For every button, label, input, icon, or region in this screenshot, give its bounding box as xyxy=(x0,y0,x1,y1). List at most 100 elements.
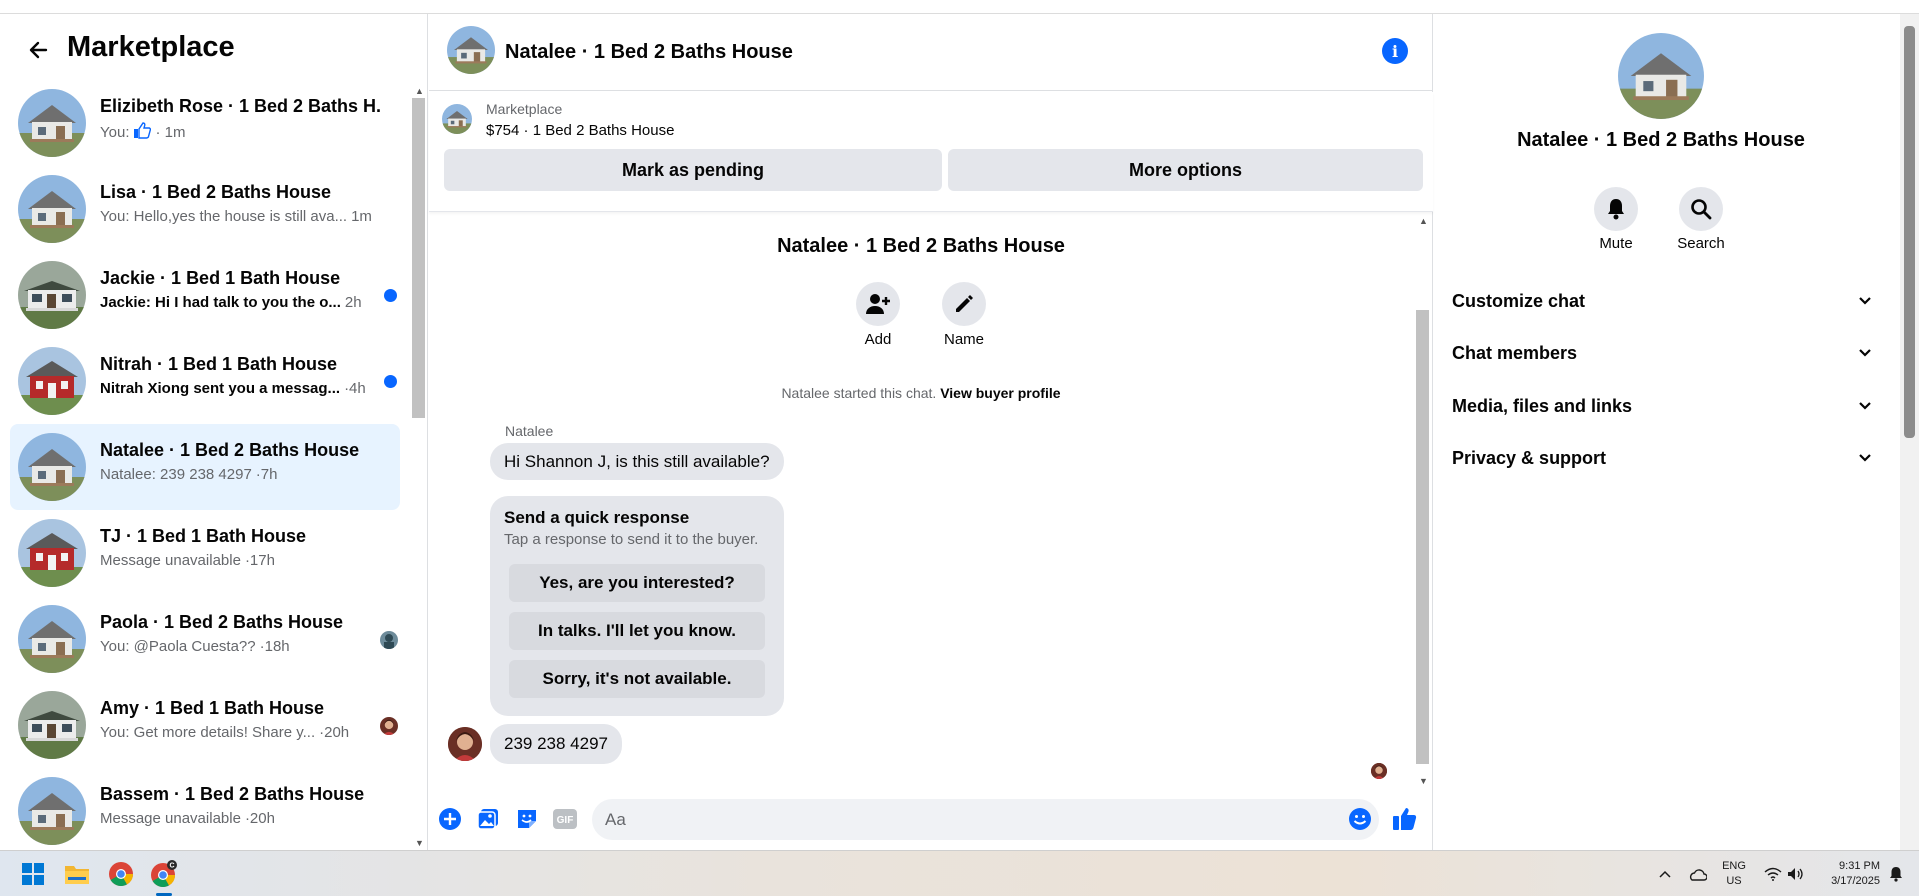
conversation-item[interactable]: Paola · 1 Bed 2 Baths House You: @Paola … xyxy=(10,596,400,682)
view-buyer-profile-link[interactable]: View buyer profile xyxy=(940,385,1060,401)
add-person-icon[interactable] xyxy=(856,282,900,326)
quick-response-button[interactable]: Sorry, it's not available. xyxy=(509,660,765,698)
conversation-item[interactable]: Bassem · 1 Bed 2 Baths House Message una… xyxy=(10,768,400,850)
chat-scrollbar[interactable]: ▲ ▼ xyxy=(1413,212,1431,790)
conversation-list: Elizibeth Rose · 1 Bed 2 Baths H... You:… xyxy=(0,80,410,850)
quick-response-button[interactable]: Yes, are you interested? xyxy=(509,564,765,602)
listing-thumbnail xyxy=(18,175,86,243)
conversation-time: ·7h xyxy=(255,466,278,483)
conversation-item[interactable]: Lisa · 1 Bed 2 Baths House You: Hello,ye… xyxy=(10,166,400,252)
conversation-preview: Nitrah Xiong sent you a messag... xyxy=(100,380,341,397)
quick-response-card: Send a quick response Tap a response to … xyxy=(490,496,784,716)
gif-icon[interactable]: GIF xyxy=(552,806,578,832)
conversation-preview: You: Get more details! Share y... xyxy=(100,724,316,741)
svg-text:GIF: GIF xyxy=(557,815,574,826)
scrollbar-thumb[interactable] xyxy=(412,98,425,418)
scrollbar-thumb[interactable] xyxy=(1416,310,1429,764)
conversation-item[interactable]: Jackie · 1 Bed 1 Bath House Jackie: Hi I… xyxy=(10,252,400,338)
message-thread: Natalee · 1 Bed 2 Baths House Add Name N… xyxy=(429,212,1413,790)
scroll-up-arrow-icon[interactable]: ▲ xyxy=(1419,216,1428,226)
seen-receipt-avatar xyxy=(1371,763,1387,779)
conversation-item[interactable]: Nitrah · 1 Bed 1 Bath House Nitrah Xiong… xyxy=(10,338,400,424)
sticker-icon[interactable] xyxy=(514,806,540,832)
sender-avatar[interactable] xyxy=(448,727,482,761)
plus-icon[interactable] xyxy=(437,806,463,832)
listing-thumbnail xyxy=(18,777,86,845)
conversation-item[interactable]: TJ · 1 Bed 1 Bath House Message unavaila… xyxy=(10,510,400,596)
language-indicator[interactable]: ENG US xyxy=(1716,859,1752,889)
chat-started-notice: Natalee started this chat. View buyer pr… xyxy=(429,385,1413,401)
conversation-time: 1m xyxy=(351,208,372,225)
pencil-icon[interactable] xyxy=(942,282,986,326)
sidebar-title: Marketplace xyxy=(67,31,235,63)
conversation-item-active[interactable]: Natalee · 1 Bed 2 Baths House Natalee: 2… xyxy=(10,424,400,510)
chat-avatar[interactable] xyxy=(447,26,495,74)
bell-icon[interactable] xyxy=(1594,187,1638,231)
message-input[interactable] xyxy=(592,799,1379,840)
scroll-down-arrow-icon[interactable]: ▼ xyxy=(415,838,424,848)
section-customize-chat[interactable]: Customize chat xyxy=(1452,281,1872,321)
conversation-item[interactable]: Elizibeth Rose · 1 Bed 2 Baths H... You:… xyxy=(10,80,400,166)
scroll-down-arrow-icon[interactable]: ▼ xyxy=(1419,776,1428,786)
clock[interactable]: 9:31 PM 3/17/2025 xyxy=(1814,859,1880,889)
photo-icon[interactable] xyxy=(475,806,501,832)
details-name: Natalee · 1 Bed 2 Baths House xyxy=(1517,129,1805,151)
quick-response-button[interactable]: In talks. I'll let you know. xyxy=(509,612,765,650)
conversation-title: Amy · 1 Bed 1 Bath House xyxy=(100,698,325,718)
message-composer: GIF xyxy=(429,790,1433,850)
chat-title[interactable]: Natalee · 1 Bed 2 Baths House xyxy=(505,41,793,64)
conversation-preview-row: Message unavailable ·17h xyxy=(100,552,275,569)
emoji-icon[interactable] xyxy=(1347,806,1373,832)
arrow-left-icon[interactable] xyxy=(20,32,56,68)
listing-thumbnail[interactable] xyxy=(442,104,472,134)
chrome-icon[interactable] xyxy=(106,859,136,889)
quick-response-subtitle: Tap a response to send it to the buyer. xyxy=(504,531,759,548)
conversation-time: ·20h xyxy=(244,810,275,827)
search-label: Search xyxy=(1677,235,1725,252)
conversation-time: ·4h xyxy=(344,380,366,397)
windows-taskbar: C ENG US 9:31 PM 3/17/2025 xyxy=(0,850,1919,896)
info-icon[interactable]: i xyxy=(1382,38,1408,64)
mark-as-pending-button[interactable]: Mark as pending xyxy=(444,149,942,191)
read-receipt-avatar xyxy=(380,631,398,649)
section-chat-members[interactable]: Chat members xyxy=(1452,333,1872,373)
listing-thumbnail xyxy=(18,433,86,501)
page-scrollbar[interactable] xyxy=(1900,14,1919,850)
section-privacy-support[interactable]: Privacy & support xyxy=(1452,438,1872,478)
chevron-up-icon[interactable] xyxy=(1650,859,1680,889)
chat-header: Natalee · 1 Bed 2 Baths House i xyxy=(429,14,1433,91)
conversation-title: Jackie · 1 Bed 1 Bath House xyxy=(100,268,341,288)
volume-icon[interactable] xyxy=(1781,859,1811,889)
search-icon[interactable] xyxy=(1679,187,1723,231)
windows-start-icon[interactable] xyxy=(18,859,48,889)
sidebar-header: Marketplace xyxy=(0,14,410,80)
conversation-preview: You: Hello,yes the house is still ava... xyxy=(100,208,348,225)
conversation-title: Elizibeth Rose · 1 Bed 2 Baths H... xyxy=(100,96,382,116)
thumbs-up-icon[interactable] xyxy=(1392,806,1418,832)
scrollbar-thumb[interactable] xyxy=(1904,26,1915,438)
conversation-item[interactable]: Amy · 1 Bed 1 Bath House You: Get more d… xyxy=(10,682,400,768)
listing-thumbnail xyxy=(18,519,86,587)
conversation-preview-row: Natalee: 239 238 4297 ·7h xyxy=(100,466,277,483)
conversation-title: TJ · 1 Bed 1 Bath House xyxy=(100,526,307,546)
chevron-down-icon xyxy=(1859,297,1871,305)
conversation-time: · 1m xyxy=(155,124,186,141)
mute-label: Mute xyxy=(1599,235,1633,252)
conversation-time: 2h xyxy=(344,294,362,311)
chat-details-panel: Natalee · 1 Bed 2 Baths House Mute Searc… xyxy=(1434,14,1900,850)
chevron-down-icon xyxy=(1859,454,1871,462)
file-explorer-icon[interactable] xyxy=(62,859,92,889)
scroll-up-arrow-icon[interactable]: ▲ xyxy=(415,86,424,96)
section-media-files-links[interactable]: Media, files and links xyxy=(1452,386,1872,426)
onedrive-icon[interactable] xyxy=(1682,859,1712,889)
notification-bell-icon[interactable] xyxy=(1884,859,1908,889)
listing-price-title[interactable]: $754 · 1 Bed 2 Baths House xyxy=(486,122,674,139)
svg-text:C: C xyxy=(169,863,174,870)
unread-indicator xyxy=(384,375,397,388)
conversation-preview: Message unavailable xyxy=(100,810,241,827)
more-options-button[interactable]: More options xyxy=(948,149,1423,191)
sidebar-scrollbar[interactable]: ▲ ▼ xyxy=(410,80,428,850)
chrome-profile-icon[interactable]: C xyxy=(149,859,179,889)
conversation-time: ·17h xyxy=(244,552,275,569)
chat-panel: Natalee · 1 Bed 2 Baths House i Marketpl… xyxy=(429,14,1433,850)
